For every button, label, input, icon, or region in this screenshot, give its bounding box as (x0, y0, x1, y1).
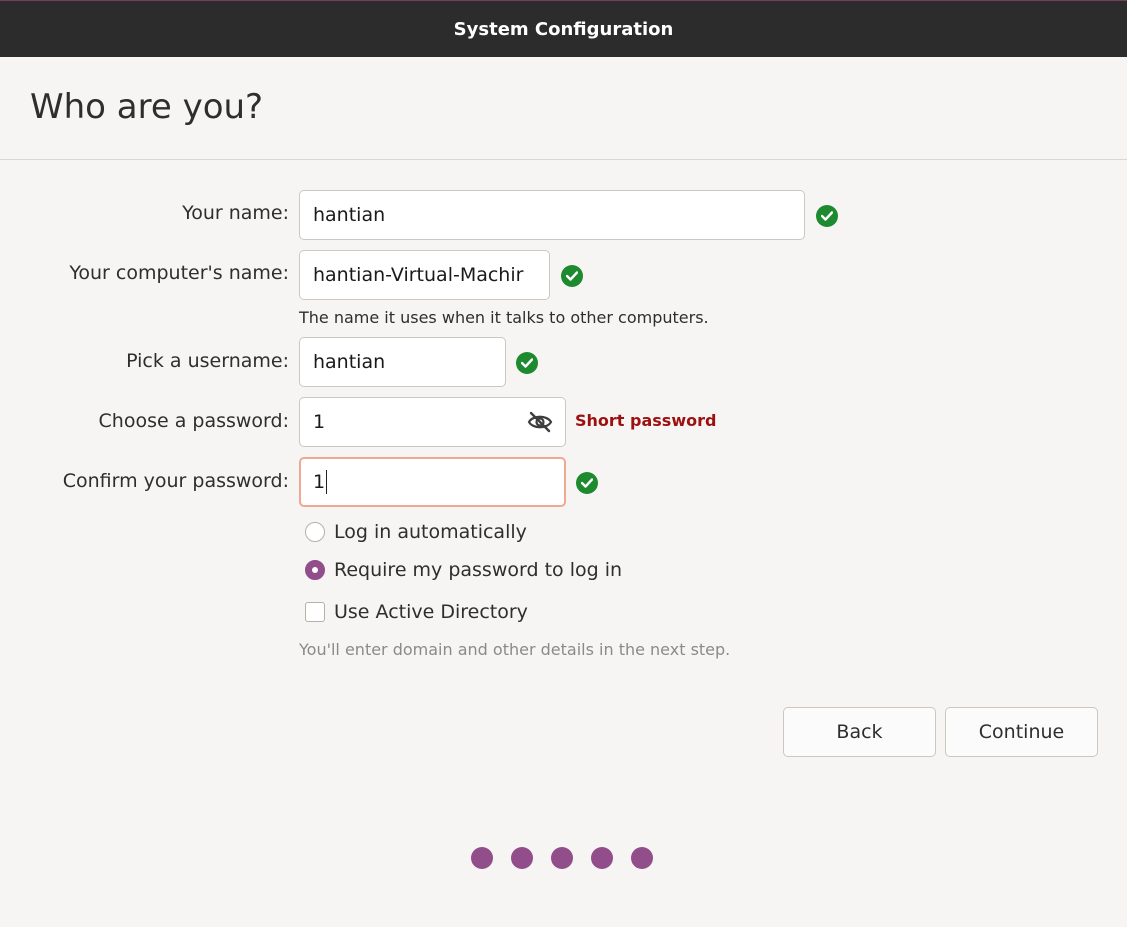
computer-name-input-value: hantian-Virtual-Machir (313, 264, 524, 286)
password-strength-warning: Short password (575, 411, 717, 430)
active-directory-hint: You'll enter domain and other details in… (299, 640, 731, 659)
show-password-eye-icon[interactable] (527, 410, 553, 434)
progress-dot (631, 847, 653, 869)
active-directory-label: Use Active Directory (334, 601, 528, 623)
computer-name-valid-check-icon (561, 265, 583, 287)
progress-indicator (471, 847, 653, 869)
window-title: System Configuration (453, 18, 674, 40)
active-directory-option[interactable]: Use Active Directory (305, 601, 528, 623)
name-input-value: hantian (313, 204, 386, 226)
login-automatically-label: Log in automatically (334, 521, 527, 543)
confirm-password-label: Confirm your password: (62, 470, 289, 492)
password-label: Choose a password: (98, 410, 289, 432)
password-input[interactable]: 1 (299, 397, 566, 447)
confirm-password-valid-check-icon (576, 472, 598, 494)
progress-dot (551, 847, 573, 869)
computer-name-label: Your computer's name: (69, 262, 289, 284)
window-titlebar: System Configuration (0, 0, 1127, 57)
confirm-password-input-value: 1 (313, 471, 326, 493)
progress-dot (471, 847, 493, 869)
active-directory-checkbox[interactable] (305, 602, 325, 622)
password-input-value: 1 (313, 411, 326, 433)
progress-dot (511, 847, 533, 869)
computer-name-input[interactable]: hantian-Virtual-Machir (299, 250, 550, 300)
page-title: Who are you? (30, 87, 264, 127)
require-password-radio[interactable] (305, 560, 325, 580)
username-valid-check-icon (516, 352, 538, 374)
login-automatically-option[interactable]: Log in automatically (305, 521, 527, 543)
page-header: Who are you? (0, 57, 1127, 160)
require-password-label: Require my password to log in (334, 559, 623, 581)
name-label: Your name: (182, 202, 289, 224)
login-automatically-radio[interactable] (305, 522, 325, 542)
back-button[interactable]: Back (783, 707, 936, 757)
progress-dot (591, 847, 613, 869)
computer-name-hint: The name it uses when it talks to other … (299, 308, 709, 327)
text-cursor (326, 470, 328, 494)
username-input[interactable]: hantian (299, 337, 506, 387)
confirm-password-input[interactable]: 1 (299, 457, 566, 507)
username-label: Pick a username: (126, 350, 289, 372)
username-input-value: hantian (313, 351, 386, 373)
require-password-option[interactable]: Require my password to log in (305, 559, 622, 581)
continue-button[interactable]: Continue (945, 707, 1098, 757)
name-valid-check-icon (816, 205, 838, 227)
name-input[interactable]: hantian (299, 190, 805, 240)
